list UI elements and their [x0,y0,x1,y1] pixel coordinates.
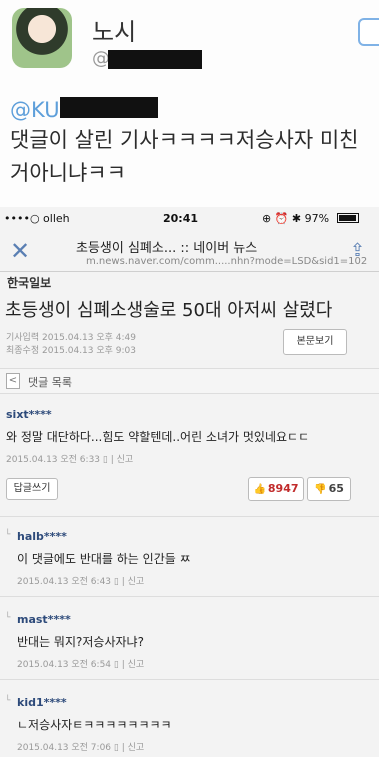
embedded-phone-screenshot: ••••○ olleh 20:41 ⊕ ⏰ ✱ 97% ✕ 초등생이 심폐소..… [0,208,379,757]
avatar[interactable] [12,8,72,68]
like-button[interactable]: 👍 8947 [248,477,304,501]
browser-nav-bar: ✕ 초등생이 심폐소... :: 네이버 뉴스 m.news.naver.com… [0,232,379,272]
tweet-text: 댓글이 살린 기사ㅋㅋㅋㅋ저승사자 미친거아니냐ㅋㅋ [10,128,359,185]
like-count: 8947 [267,482,299,495]
comment-meta: 2015.04.13 오전 6:43 ▯ | 신고 [17,577,145,587]
article-headline: 초등생이 심폐소생술로 50대 아저씨 살렸다 [5,300,333,321]
share-icon[interactable]: ⇪ [350,240,365,261]
tweet-author-name[interactable]: 노시 [92,12,136,47]
comments-header: < 댓글 목록 [0,368,379,394]
comment-user[interactable]: halb**** [17,530,67,543]
thumbs-down-icon: 👎 [314,484,327,495]
battery-icon [337,213,359,223]
clock: 20:41 [163,212,199,225]
reply-item: └ mast**** 반대는 뭐지?저승사자냐? 2015.04.13 오전 6… [0,605,379,680]
comment-user[interactable]: sixt**** [6,408,52,421]
comment-item: sixt**** 와 정말 대단하다...힘도 약할텐데..어린 소녀가 멋있네… [0,400,379,517]
dislike-count: 65 [328,482,344,495]
comment-user[interactable]: kid1**** [17,696,67,709]
reply-item: └ kid1**** ㄴ저승사자ㅌㅋㅋㅋㅋㅋㅋㅋㅋ 2015.04.13 오전 … [0,688,379,757]
carrier-label: ••••○ olleh [4,212,70,225]
reply-item: └ halb**** 이 댓글에도 반대를 하는 인간들 ㅉ 2015.04.1… [0,522,379,597]
tweet-card: 노시 @ @KU 댓글이 살린 기사ㅋㅋㅋㅋ저승사자 미친거아니냐ㅋㅋ [0,0,379,207]
dislike-button[interactable]: 👎 65 [307,477,351,501]
view-article-button[interactable]: 본문보기 [283,329,347,355]
browser-url[interactable]: m.news.naver.com/comm.....nhn?mode=LSD&s… [86,256,367,267]
comment-text: 이 댓글에도 반대를 하는 인간들 ㅉ [17,552,191,566]
browser-title: 초등생이 심폐소... :: 네이버 뉴스 [76,241,258,256]
reply-arrow-icon: └ [5,696,11,706]
comment-text: 반대는 뭐지?저승사자냐? [17,635,144,649]
tweet-mention[interactable]: @KU [10,98,60,122]
redaction-bar [108,50,202,69]
comment-meta: 2015.04.13 오전 6:33 ▯ | 신고 [6,455,134,465]
article-modified-time: 최종수정 2015.04.13 오후 9:03 [6,346,137,356]
reply-arrow-icon: └ [5,530,11,540]
comments-header-label: 댓글 목록 [28,376,72,389]
follow-button[interactable] [358,18,379,46]
comment-meta: 2015.04.13 오전 6:54 ▯ | 신고 [17,660,145,670]
close-icon[interactable]: ✕ [10,237,30,265]
status-icons: ⊕ ⏰ ✱ 97% [262,212,330,225]
back-icon[interactable]: < [6,373,20,389]
comment-user[interactable]: mast**** [17,613,71,626]
comment-text: ㄴ저승사자ㅌㅋㅋㅋㅋㅋㅋㅋㅋ [17,718,172,732]
reply-button[interactable]: 답글쓰기 [6,478,58,500]
reply-arrow-icon: └ [5,613,11,623]
comment-meta: 2015.04.13 오전 7:06 ▯ | 신고 [17,743,145,753]
status-bar: ••••○ olleh 20:41 ⊕ ⏰ ✱ 97% [0,208,379,228]
thumbs-up-icon: 👍 [253,484,266,495]
redaction-bar [60,97,158,118]
article-posted-time: 기사입력 2015.04.13 오후 4:49 [6,333,137,343]
news-article: 한국일보 초등생이 심폐소생술로 50대 아저씨 살렸다 기사입력 2015.0… [0,272,379,362]
comment-text: 와 정말 대단하다...힘도 약할텐데..어린 소녀가 멋있네요ㄷㄷ [6,430,310,444]
press-name: 한국일보 [7,276,52,290]
